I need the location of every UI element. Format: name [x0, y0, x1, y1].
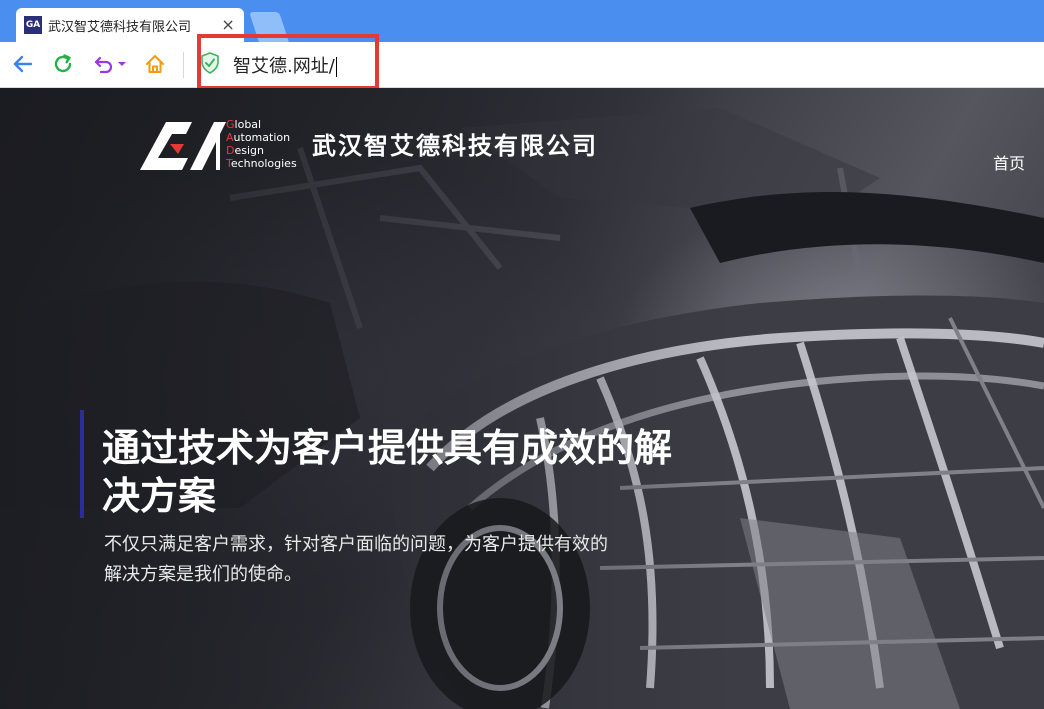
chevron-down-icon [118, 62, 126, 66]
hero-page: Global Automation Design Technologies 武汉… [0, 88, 1044, 709]
nav-home-link[interactable]: 首页 [993, 150, 1025, 174]
logo-wordmark: Global Automation Design Technologies [226, 118, 297, 170]
headline-accent-bar [80, 410, 84, 518]
back-icon [13, 55, 33, 73]
browser-toolbar: 智艾德.网址/ [0, 34, 1044, 90]
hero-headline: 通过技术为客户提供具有成效的解决方案 [102, 426, 673, 518]
car-frame-background-image [0, 88, 1044, 709]
home-button[interactable] [142, 51, 168, 77]
home-icon [146, 55, 164, 73]
toolbar-separator [183, 52, 184, 78]
refresh-icon [54, 54, 72, 73]
address-highlight-box [197, 34, 379, 90]
company-name: 武汉智艾德科技有限公司 [312, 132, 598, 160]
refresh-button[interactable] [50, 51, 76, 77]
site-favicon-icon: GA [24, 16, 42, 34]
hero-subtext: 不仅只满足客户需求，针对客户面临的问题，为客户提供有效的解决方案是我们的使命。 [104, 534, 608, 585]
undo-icon [94, 56, 113, 74]
tab-strip: GA 武汉智艾德科技有限公司 × [0, 0, 1044, 42]
close-tab-icon[interactable]: × [220, 17, 236, 33]
undo-close-button[interactable] [90, 51, 130, 77]
tab-title: 武汉智艾德科技有限公司 [48, 19, 192, 35]
back-button[interactable] [10, 51, 36, 77]
